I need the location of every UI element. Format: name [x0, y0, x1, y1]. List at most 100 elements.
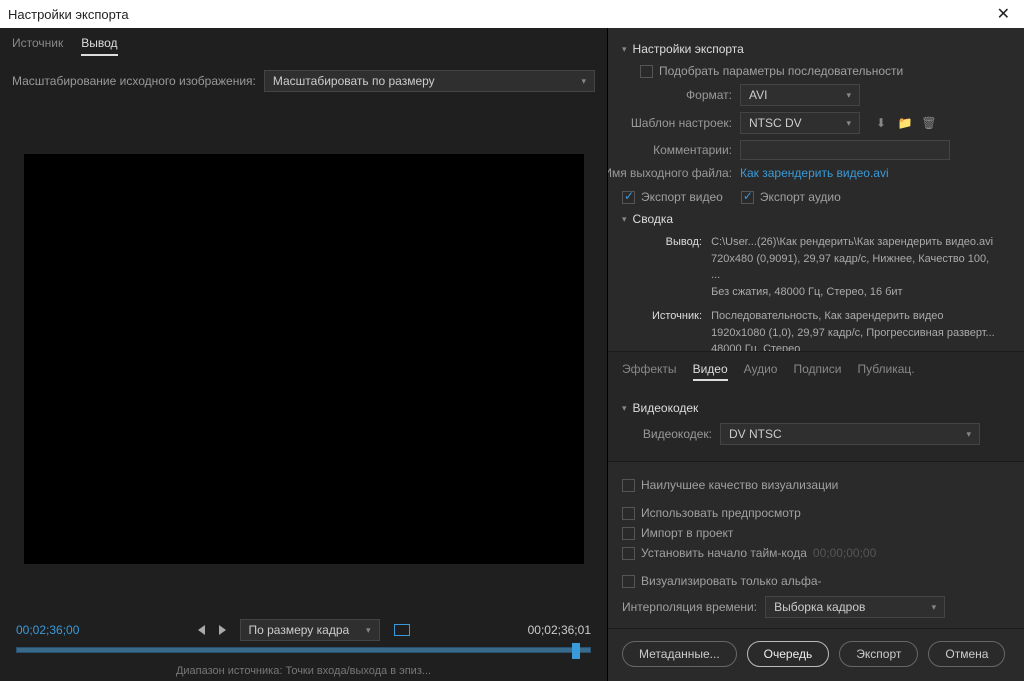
summary-out-label: Вывод:	[640, 234, 702, 251]
fit-value: По размеру кадра	[249, 623, 350, 637]
chevron-down-icon: ▾	[932, 602, 937, 613]
export-av-checks: Экспорт видео Экспорт аудио	[622, 190, 1010, 204]
alpha-only-checkbox[interactable]	[622, 575, 635, 588]
scale-value: Масштабировать по размеру	[273, 74, 435, 88]
preset-row: Шаблон настроек: NTSC DV ▾ ⬇ 📁 🗑	[622, 112, 1010, 134]
playhead-handle[interactable]	[572, 643, 580, 659]
match-sequence-row[interactable]: Подобрать параметры последовательности	[640, 64, 1010, 78]
export-audio-checkbox[interactable]	[741, 191, 754, 204]
output-filename-link[interactable]: Как зарендерить видео.avi	[740, 166, 889, 180]
video-preview[interactable]	[24, 154, 584, 564]
export-button[interactable]: Экспорт	[839, 641, 918, 667]
playbar: 00;02;36;00 По размеру кадра ▾ 00;02;36;…	[0, 615, 607, 647]
summary-src-label: Источник:	[640, 308, 702, 325]
window-title: Настройки экспорта	[8, 7, 129, 22]
subtab-effects[interactable]: Эффекты	[622, 362, 677, 381]
summary-out-value: C:\User...(26)\Как рендерить\Как заренде…	[711, 234, 1001, 300]
timecode-in[interactable]: 00;02;36;00	[16, 623, 79, 637]
preview-wrap	[0, 92, 607, 615]
range-value[interactable]: Точки входа/выхода в эпиз...	[285, 665, 431, 677]
match-sequence-checkbox[interactable]	[640, 65, 653, 78]
export-video-label: Экспорт видео	[641, 190, 723, 204]
button-row: Метаданные... Очередь Экспорт Отмена	[608, 628, 1024, 681]
interp-value: Выборка кадров	[774, 600, 865, 614]
scale-row: Масштабирование исходного изображения: М…	[12, 70, 595, 92]
comment-input[interactable]	[740, 140, 950, 160]
preview-panel: Источник Вывод Масштабирование исходного…	[0, 28, 608, 681]
preset-dropdown[interactable]: NTSC DV ▾	[740, 112, 860, 134]
preset-value: NTSC DV	[749, 116, 802, 130]
codec-heading[interactable]: ▾ Видеокодек	[622, 401, 1010, 415]
main-area: Источник Вывод Масштабирование исходного…	[0, 28, 1024, 681]
tc-start-checkbox[interactable]	[622, 547, 635, 560]
interp-label: Интерполяция времени:	[622, 600, 757, 614]
scale-label: Масштабирование исходного изображения:	[12, 74, 256, 88]
tc-start-label: Установить начало тайм-кода	[641, 546, 807, 560]
interp-dropdown[interactable]: Выборка кадров ▾	[765, 596, 945, 618]
max-quality-checkbox[interactable]	[622, 479, 635, 492]
export-audio-label: Экспорт аудио	[760, 190, 841, 204]
chevron-down-icon: ▾	[622, 403, 627, 414]
codec-label: Видеокодек:	[632, 427, 712, 441]
max-quality-label: Наилучшее качество визуализации	[641, 478, 838, 492]
chevron-down-icon: ▾	[366, 625, 371, 636]
export-settings-title: Настройки экспорта	[633, 42, 744, 56]
summary-heading[interactable]: ▾ Сводка	[622, 212, 1010, 226]
format-row: Формат: AVI ▾	[622, 84, 1010, 106]
comment-label: Комментарии:	[622, 143, 732, 157]
tc-start-value: 00;00;00;00	[813, 546, 876, 560]
metadata-button[interactable]: Метаданные...	[622, 641, 737, 667]
render-options: Наилучшее качество визуализации Использо…	[608, 461, 1024, 628]
import-preset-icon[interactable]: 📁	[896, 115, 914, 131]
codec-title: Видеокодек	[633, 401, 699, 415]
codec-dropdown[interactable]: DV NTSC ▾	[720, 423, 980, 445]
chevron-down-icon: ▾	[622, 214, 627, 225]
chevron-down-icon: ▾	[966, 429, 971, 440]
interp-row: Интерполяция времени: Выборка кадров ▾	[622, 596, 1010, 618]
preview-tabs: Источник Вывод	[12, 36, 595, 56]
subtab-video[interactable]: Видео	[693, 362, 728, 381]
settings-panel: ▾ Настройки экспорта Подобрать параметры…	[608, 28, 1024, 681]
titlebar: Настройки экспорта ✕	[0, 0, 1024, 28]
match-sequence-label: Подобрать параметры последовательности	[659, 64, 903, 78]
summary-src-value: Последовательность, Как зарендерить виде…	[711, 308, 1001, 351]
summary-title: Сводка	[633, 212, 674, 226]
timecode-out[interactable]: 00;02;36;01	[528, 623, 591, 637]
alpha-only-label: Визуализировать только альфа-	[641, 574, 822, 588]
scale-dropdown[interactable]: Масштабировать по размеру ▾	[264, 70, 595, 92]
outname-row: Имя выходного файла: Как зарендерить вид…	[608, 166, 1010, 180]
subtab-audio[interactable]: Аудио	[744, 362, 778, 381]
outname-label: Имя выходного файла:	[608, 166, 732, 180]
subtab-publish[interactable]: Публикац.	[857, 362, 914, 381]
comment-row: Комментарии:	[622, 140, 1010, 160]
preset-label: Шаблон настроек:	[622, 116, 732, 130]
export-settings-heading[interactable]: ▾ Настройки экспорта	[622, 42, 1010, 56]
aspect-crop-icon[interactable]	[394, 624, 410, 636]
cancel-button[interactable]: Отмена	[928, 641, 1005, 667]
format-dropdown[interactable]: AVI ▾	[740, 84, 860, 106]
import-project-label: Импорт в проект	[641, 526, 733, 540]
tab-source[interactable]: Источник	[12, 36, 63, 56]
timeline-track[interactable]	[16, 647, 591, 653]
tab-output[interactable]: Вывод	[81, 36, 117, 56]
use-preview-label: Использовать предпросмотр	[641, 506, 801, 520]
next-frame-icon[interactable]	[219, 625, 226, 635]
fit-dropdown[interactable]: По размеру кадра ▾	[240, 619, 380, 641]
range-label: Диапазон источника:	[176, 665, 282, 677]
chevron-down-icon: ▾	[846, 118, 851, 129]
timeline[interactable]	[0, 647, 607, 661]
delete-preset-icon[interactable]: 🗑	[920, 115, 938, 131]
use-preview-checkbox[interactable]	[622, 507, 635, 520]
queue-button[interactable]: Очередь	[747, 641, 830, 667]
chevron-down-icon: ▾	[622, 44, 627, 55]
codec-block: ▾ Видеокодек Видеокодек: DV NTSC ▾	[608, 389, 1024, 461]
format-label: Формат:	[622, 88, 732, 102]
save-preset-icon[interactable]: ⬇	[872, 115, 890, 131]
chevron-down-icon: ▾	[581, 76, 586, 87]
close-icon[interactable]: ✕	[991, 4, 1016, 24]
subtabs: Эффекты Видео Аудио Подписи Публикац.	[608, 351, 1024, 389]
prev-frame-icon[interactable]	[198, 625, 205, 635]
subtab-captions[interactable]: Подписи	[793, 362, 841, 381]
export-video-checkbox[interactable]	[622, 191, 635, 204]
import-project-checkbox[interactable]	[622, 527, 635, 540]
